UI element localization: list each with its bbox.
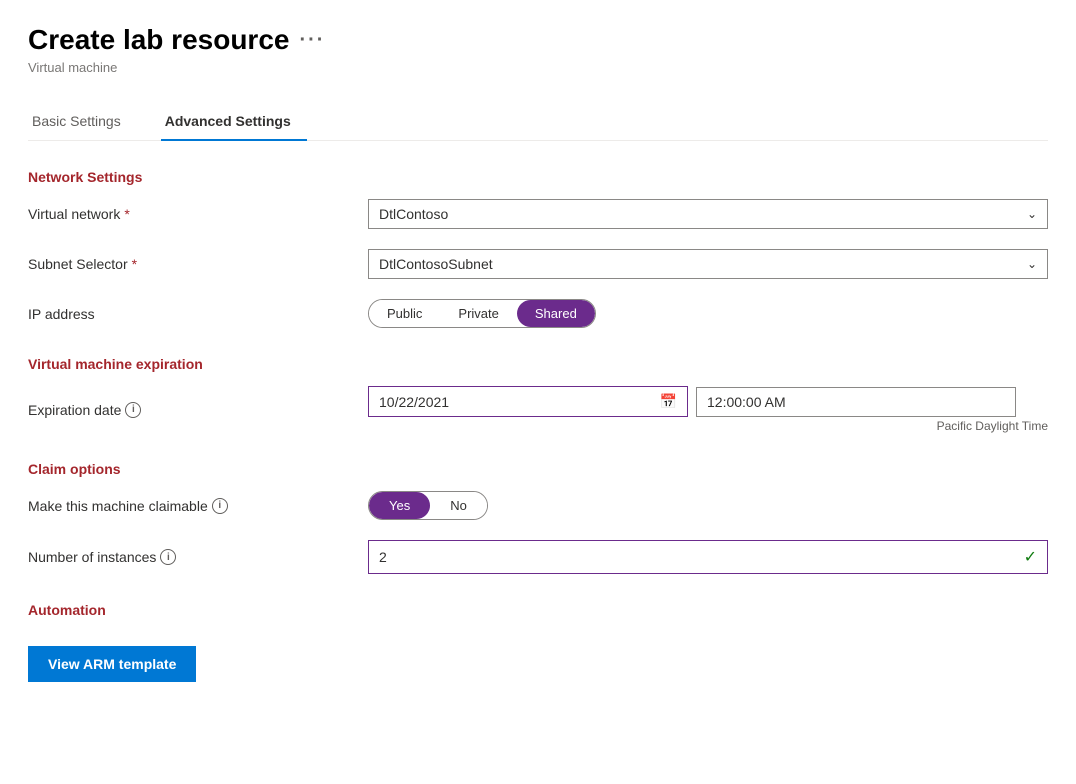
expiration-info-icon: i bbox=[125, 402, 141, 418]
chevron-down-icon: ⌄ bbox=[1027, 207, 1037, 221]
tab-bar: Basic Settings Advanced Settings bbox=[28, 103, 1048, 141]
ip-address-control: Public Private Shared bbox=[368, 299, 1048, 328]
page-subtitle: Virtual machine bbox=[28, 60, 1048, 75]
claimable-info-icon: i bbox=[212, 498, 228, 514]
expiration-inputs: 10/22/2021 📅 bbox=[368, 386, 1048, 417]
claimable-control: Yes No bbox=[368, 491, 1048, 520]
view-arm-template-button[interactable]: View ARM template bbox=[28, 646, 196, 682]
claim-option-no[interactable]: No bbox=[430, 492, 487, 519]
calendar-icon[interactable]: 📅 bbox=[660, 393, 677, 410]
instances-value: 2 bbox=[379, 549, 387, 565]
subnet-selector-row: Subnet Selector * DtlContosoSubnet ⌄ bbox=[28, 249, 1048, 279]
subnet-selector-control: DtlContosoSubnet ⌄ bbox=[368, 249, 1048, 279]
ip-address-label: IP address bbox=[28, 306, 368, 322]
virtual-network-control: DtlContoso ⌄ bbox=[368, 199, 1048, 229]
virtual-network-select[interactable]: DtlContoso ⌄ bbox=[368, 199, 1048, 229]
subnet-selector-label: Subnet Selector * bbox=[28, 256, 368, 272]
ip-toggle-group: Public Private Shared bbox=[368, 299, 596, 328]
claim-option-yes[interactable]: Yes bbox=[369, 492, 430, 519]
automation-title: Automation bbox=[28, 602, 1048, 618]
vm-expiration-title: Virtual machine expiration bbox=[28, 356, 1048, 372]
expiration-date-row: Expiration date i 10/22/2021 📅 Pacific D… bbox=[28, 386, 1048, 433]
date-value: 10/22/2021 bbox=[379, 394, 449, 410]
claim-options-title: Claim options bbox=[28, 461, 1048, 477]
instances-input[interactable]: 2 ✓ bbox=[368, 540, 1048, 574]
required-star-subnet: * bbox=[132, 256, 137, 272]
page-header: Create lab resource ··· Virtual machine bbox=[28, 24, 1048, 75]
timezone-hint: Pacific Daylight Time bbox=[368, 419, 1048, 433]
expiration-date-control: 10/22/2021 📅 Pacific Daylight Time bbox=[368, 386, 1048, 433]
virtual-network-row: Virtual network * DtlContoso ⌄ bbox=[28, 199, 1048, 229]
tab-basic-settings[interactable]: Basic Settings bbox=[28, 103, 137, 141]
time-input[interactable] bbox=[696, 387, 1016, 417]
date-input[interactable]: 10/22/2021 📅 bbox=[368, 386, 688, 417]
instances-label: Number of instances i bbox=[28, 549, 368, 565]
page-title: Create lab resource ··· bbox=[28, 24, 1048, 56]
title-text: Create lab resource bbox=[28, 24, 289, 56]
chevron-down-icon-subnet: ⌄ bbox=[1027, 257, 1037, 271]
ip-address-row: IP address Public Private Shared bbox=[28, 299, 1048, 328]
claimable-toggle-group: Yes No bbox=[368, 491, 488, 520]
ip-option-public[interactable]: Public bbox=[369, 300, 440, 327]
virtual-network-value: DtlContoso bbox=[379, 206, 448, 222]
expiration-date-label: Expiration date i bbox=[28, 402, 368, 418]
required-star: * bbox=[124, 206, 129, 222]
instances-control: 2 ✓ bbox=[368, 540, 1048, 574]
ellipsis-menu[interactable]: ··· bbox=[299, 29, 325, 52]
claimable-label: Make this machine claimable i bbox=[28, 498, 368, 514]
tab-advanced-settings[interactable]: Advanced Settings bbox=[161, 103, 307, 141]
instances-info-icon: i bbox=[160, 549, 176, 565]
ip-option-shared[interactable]: Shared bbox=[517, 300, 595, 327]
ip-option-private[interactable]: Private bbox=[440, 300, 516, 327]
claimable-row: Make this machine claimable i Yes No bbox=[28, 491, 1048, 520]
automation-section: Automation View ARM template bbox=[28, 602, 1048, 682]
network-settings-title: Network Settings bbox=[28, 169, 1048, 185]
subnet-selector-value: DtlContosoSubnet bbox=[379, 256, 493, 272]
check-icon: ✓ bbox=[1024, 547, 1037, 567]
instances-row: Number of instances i 2 ✓ bbox=[28, 540, 1048, 574]
subnet-selector-select[interactable]: DtlContosoSubnet ⌄ bbox=[368, 249, 1048, 279]
virtual-network-label: Virtual network * bbox=[28, 206, 368, 222]
